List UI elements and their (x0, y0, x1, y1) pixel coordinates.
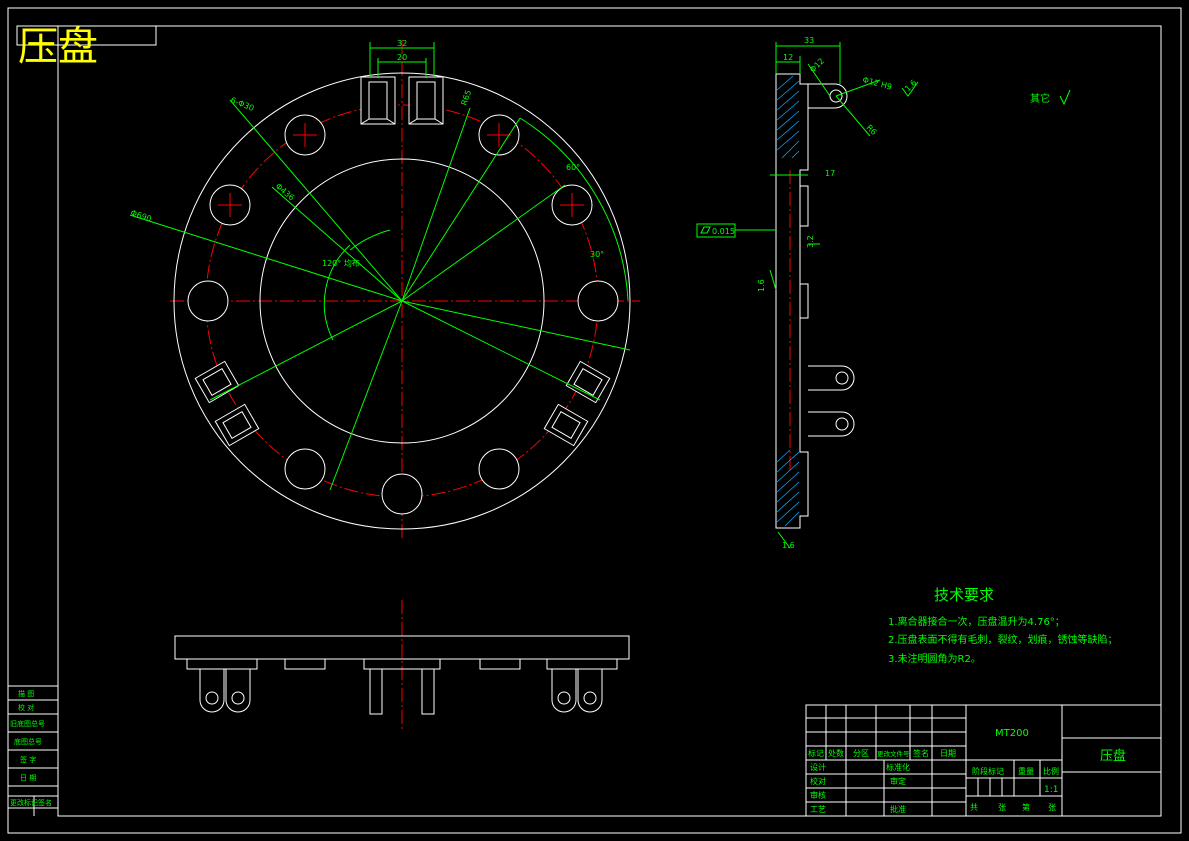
dim-hole-h: Φ12 H9 (861, 75, 892, 91)
dim-angle-60: 60° (566, 163, 580, 172)
tb-header-5: 签名 (913, 748, 929, 758)
tb-check: 校对 (810, 776, 826, 786)
left-strip: 描 图 校 对 旧底图总号 底图总号 签 字 日 期 更改标记 签名 (8, 685, 58, 816)
drawing-frame (7, 7, 1182, 834)
tb-sheet-4: 张 (1048, 803, 1056, 812)
side-dimension-texts: 33 12 Φ12 Φ12 H9 R6 1.6 17 0.015 3.2 1.6… (712, 36, 1050, 550)
strip-label-6: 日 期 (20, 774, 36, 782)
tech-item-3: 3.未注明圆角为R2。 (888, 652, 981, 665)
dim-pin: Φ12 (808, 56, 826, 74)
bottom-view (174, 600, 630, 730)
flatness-symbol (700, 226, 711, 234)
strip-label-1: 描 图 (18, 689, 34, 698)
tb-stage: 阶段标记 (972, 766, 1004, 776)
dim-outer-dia: Φ690 (129, 208, 152, 223)
dim-slot-inner: 20 (397, 53, 407, 62)
strip-label-3: 旧底图总号 (10, 719, 45, 728)
tb-sheet-1: 共 (970, 803, 978, 812)
tb-scale: 1:1 (1044, 785, 1058, 795)
tb-sheet-2: 张 (998, 803, 1006, 812)
hole-crosses (218, 123, 584, 217)
strip-label-8: 签名 (38, 798, 52, 807)
dim-width-12: 12 (783, 53, 793, 62)
strip-label-5: 签 字 (20, 755, 36, 764)
tech-requirements: 技术要求 1.离合器接合一次，压盘温升为4.76°； 2.压盘表面不得有毛刺，裂… (888, 586, 1118, 665)
dim-hole-dia: 6-Φ30 (229, 96, 255, 114)
tech-item-1: 1.离合器接合一次，压盘温升为4.76°； (888, 615, 1065, 628)
dim-angle-120: 120° 均布 (322, 258, 360, 268)
side-view: 33 12 Φ12 Φ12 H9 R6 1.6 17 0.015 3.2 1.6… (696, 36, 1071, 550)
dim-flatness: 0.015 (712, 227, 735, 236)
tb-ratio: 比例 (1043, 766, 1059, 776)
tb-weight: 重量 (1018, 766, 1034, 776)
tb-audit: 审核 (810, 790, 826, 800)
cad-drawing: 压盘 32 20 6-Φ30 R65 60° 30° Φ436 Φ690 120… (7, 7, 1182, 834)
side-dimension-lines (696, 42, 1071, 549)
tb-code: MT200 (995, 728, 1029, 739)
section-hatch (776, 75, 800, 527)
dim-width-33: 33 (804, 36, 814, 45)
tb-part-name: 压盘 (1100, 748, 1126, 764)
tb-approve-review: 审定 (890, 776, 906, 786)
tb-process: 工艺 (810, 805, 826, 814)
tb-header-6: 日期 (940, 749, 956, 758)
front-dimension-texts: 32 20 6-Φ30 R65 60° 30° Φ436 Φ690 120° 均… (129, 39, 604, 268)
title-block: MT200 压盘 标记 处数 分区 更改文件号 签名 日期 设计 标准化 校对 … (805, 704, 1162, 817)
strip-label-2: 校 对 (18, 703, 34, 712)
tb-header-2: 处数 (828, 748, 844, 758)
slots-lower-right (543, 360, 611, 447)
dim-17: 17 (825, 169, 835, 178)
other-roughness: 其它 (1030, 92, 1050, 105)
tb-header-3: 分区 (853, 749, 869, 758)
front-view: 32 20 6-Φ30 R65 60° 30° Φ436 Φ690 120° 均… (129, 39, 640, 540)
tb-header-4: 更改文件号 (877, 749, 910, 758)
slots-lower-left (194, 360, 260, 447)
tech-heading: 技术要求 (934, 586, 994, 604)
dim-r65: R65 (459, 89, 473, 107)
drawing-title: 压盘 (18, 24, 98, 70)
strip-label-4: 底图总号 (14, 737, 42, 746)
dim-rough-16: 1.6 (903, 78, 918, 93)
strip-label-7: 更改标记 (10, 798, 38, 807)
tb-header-1: 标记 (808, 748, 824, 758)
dim-rough-bottom: 1.6 (782, 541, 795, 550)
tb-design: 设计 (810, 762, 826, 772)
tb-sheet-3: 第 (1022, 802, 1030, 812)
dim-angle-30: 30° (590, 250, 604, 259)
front-centerlines (170, 40, 640, 540)
dim-rough-25: 1.6 (757, 279, 766, 292)
dim-r6: R6 (865, 123, 879, 137)
dim-rough-32: 3.2 (806, 235, 815, 248)
tb-standard: 标准化 (886, 762, 910, 772)
tb-approve: 批准 (890, 804, 906, 814)
tech-item-2: 2.压盘表面不得有毛刺，裂纹，划痕，锈蚀等缺陷； (888, 633, 1118, 646)
dim-slot-outer: 32 (397, 39, 407, 48)
